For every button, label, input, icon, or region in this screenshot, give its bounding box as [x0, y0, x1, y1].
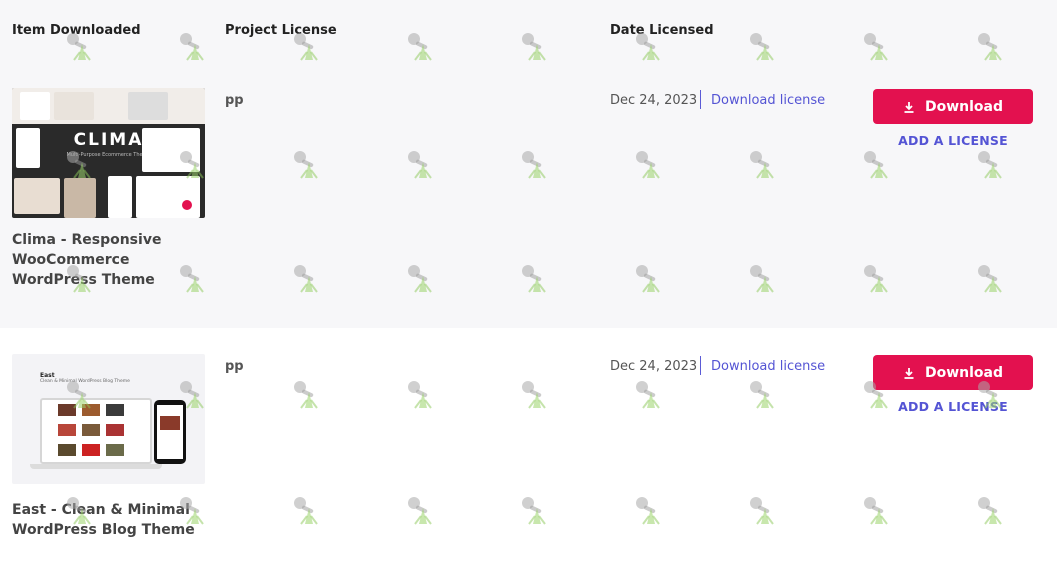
- thumbnail-brand: East: [40, 372, 55, 379]
- thumbnail-pic: [82, 424, 100, 436]
- download-button[interactable]: Download: [873, 355, 1033, 390]
- date-licensed: Dec 24, 2023: [610, 93, 698, 108]
- thumbnail-card: [182, 200, 192, 210]
- item-title[interactable]: Clima - Responsive WooCommerce WordPress…: [12, 230, 212, 290]
- table-header: Item Downloaded Project License Date Lic…: [0, 0, 1057, 62]
- thumbnail-pic: [82, 404, 100, 416]
- thumbnail-card: [54, 92, 94, 120]
- thumbnail-pic: [106, 424, 124, 436]
- thumbnail-pic: [58, 444, 76, 456]
- thumbnail-subtitle: Clean & Minimal WordPress Blog Theme: [40, 379, 130, 384]
- thumbnail-card: [14, 178, 60, 214]
- project-license: pp: [225, 359, 244, 374]
- project-license: pp: [225, 93, 244, 108]
- download-button-label: Download: [924, 364, 1004, 381]
- download-button[interactable]: Download: [873, 89, 1033, 124]
- add-license-link[interactable]: ADD A LICENSE: [873, 133, 1033, 148]
- column-header-project: Project License: [225, 23, 337, 38]
- download-arrow-icon: [904, 367, 914, 379]
- table-row: East Clean & Minimal WordPress Blog Them…: [0, 328, 1057, 561]
- thumbnail-phone-screen: [157, 405, 183, 459]
- date-licensed: Dec 24, 2023: [610, 359, 698, 374]
- thumbnail-pic: [106, 444, 124, 456]
- item-thumbnail[interactable]: CLIMA Multi-Purpose Ecommerce Theme: [12, 88, 205, 218]
- add-license-link[interactable]: ADD A LICENSE: [873, 399, 1033, 414]
- thumbnail-card: [20, 92, 50, 120]
- thumbnail-pic: [58, 404, 76, 416]
- download-button-label: Download: [924, 98, 1004, 115]
- thumbnail-card: [108, 176, 132, 218]
- separator: [700, 356, 701, 375]
- thumbnail-pic: [82, 444, 100, 456]
- separator: [700, 90, 701, 109]
- thumbnail-card: [142, 128, 200, 172]
- download-arrow-icon: [904, 101, 914, 113]
- thumbnail-pic: [106, 404, 124, 416]
- thumbnail-laptop-base: [30, 464, 162, 469]
- thumbnail-pic: [58, 424, 76, 436]
- thumbnail-card: [136, 176, 200, 218]
- item-thumbnail[interactable]: East Clean & Minimal WordPress Blog Them…: [12, 354, 205, 484]
- download-license-link[interactable]: Download license: [711, 359, 825, 374]
- table-row: CLIMA Multi-Purpose Ecommerce Theme Clim…: [0, 62, 1057, 328]
- column-header-date: Date Licensed: [610, 23, 714, 38]
- thumbnail-pic: [160, 416, 180, 430]
- item-title[interactable]: East - Clean & Minimal WordPress Blog Th…: [12, 500, 212, 540]
- thumbnail-card: [64, 178, 96, 218]
- column-header-item: Item Downloaded: [12, 23, 141, 38]
- download-license-link[interactable]: Download license: [711, 93, 825, 108]
- thumbnail-card: [128, 92, 168, 120]
